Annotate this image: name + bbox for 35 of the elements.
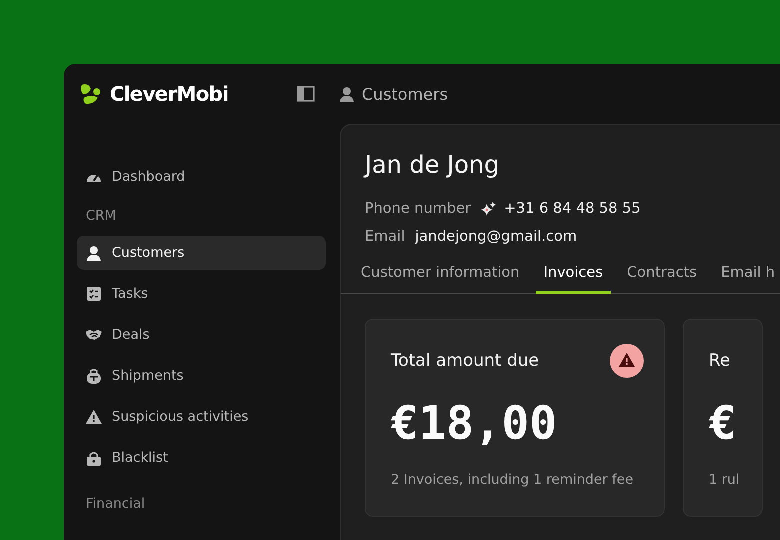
- sidebar-item[interactable]: Blacklist: [77, 441, 326, 475]
- sidebar-item[interactable]: Deals: [77, 318, 326, 352]
- checklist-icon: [86, 287, 102, 301]
- card-note: 1 rul: [709, 472, 741, 488]
- sidebar-section-label: CRM: [85, 207, 118, 226]
- person-icon: [340, 86, 354, 102]
- tab[interactable]: Invoices: [536, 261, 612, 294]
- field-value: jandejong@gmail.com: [415, 229, 578, 245]
- tab[interactable]: Contracts: [619, 261, 706, 294]
- card-title: Total amount due: [391, 351, 540, 371]
- bag-icon: [86, 368, 102, 384]
- tab[interactable]: Email h: [713, 261, 780, 294]
- breadcrumb[interactable]: Customers: [362, 84, 448, 104]
- logo-icon: [80, 83, 102, 105]
- sidebar-section-label: Financial: [85, 495, 146, 514]
- customer-name: Jan de Jong: [365, 151, 500, 179]
- logo-text: CleverMobi: [110, 82, 228, 106]
- sidebar-item[interactable]: Tasks: [77, 277, 326, 311]
- sidebar-item[interactable]: Customers: [77, 236, 326, 270]
- field-label: Phone number: [365, 201, 472, 217]
- person-icon: [86, 246, 102, 260]
- tab[interactable]: Customer information: [353, 261, 528, 294]
- card-title: Re: [709, 351, 731, 371]
- warning-icon: [86, 410, 102, 424]
- field-label: Email: [365, 229, 406, 245]
- sidebar-item[interactable]: Suspicious activities: [77, 400, 326, 434]
- sidebar-toggle-icon[interactable]: [297, 86, 316, 102]
- lock-icon: [86, 450, 102, 466]
- amount-value: €: [709, 396, 738, 450]
- card-note: 2 Invoices, including 1 reminder fee: [391, 472, 635, 488]
- sidebar-item[interactable]: Shipments: [77, 359, 326, 393]
- field-value: +31 6 84 48 58 55: [504, 201, 641, 217]
- amount-value: €18,00: [391, 396, 558, 450]
- sidebar-item[interactable]: Dashboard: [77, 160, 326, 194]
- handshake-icon: [86, 329, 102, 341]
